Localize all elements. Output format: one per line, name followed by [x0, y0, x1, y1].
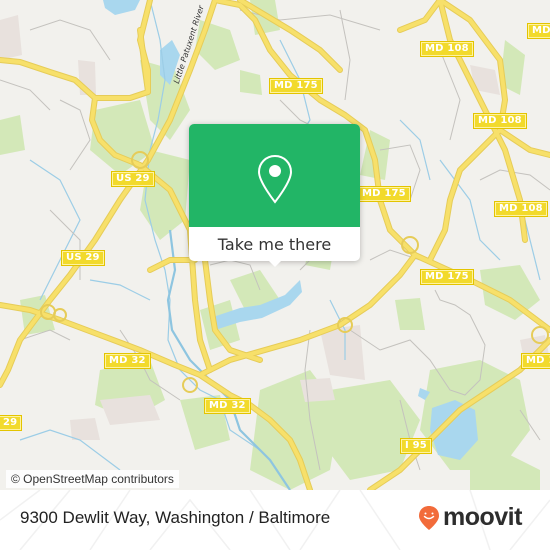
road-shield-md108: MD 108	[494, 201, 548, 217]
moovit-wordmark: moovit	[443, 503, 522, 531]
footer: 9300 Dewlit Way, Washington / Baltimore …	[0, 490, 550, 550]
road-shield-md108: MD 108	[420, 41, 474, 57]
take-me-there-button[interactable]: Take me there	[189, 227, 360, 261]
road-shield-md175: MD 175	[357, 186, 411, 202]
location-popup: Take me there	[189, 124, 360, 267]
road-shield-md32: MD 32	[104, 353, 151, 369]
popup-pointer	[267, 259, 283, 267]
road-shield-us29: US 29	[61, 250, 105, 266]
road-shield-md108: MD 108	[473, 113, 527, 129]
address-text: 9300 Dewlit Way, Washington / Baltimore	[20, 508, 331, 527]
map-pin-icon	[257, 154, 293, 204]
road-shield-md1: MD 1	[521, 353, 550, 369]
road-shield-md175: MD 175	[420, 269, 474, 285]
moovit-logo[interactable]: moovit	[418, 503, 522, 532]
road-shield-md108: MD 108	[527, 23, 550, 39]
map-attribution[interactable]: © OpenStreetMap contributors	[6, 470, 179, 488]
road-shield-us29: US 29	[111, 171, 155, 187]
moovit-pin-icon	[419, 505, 439, 530]
road-shield-us29: 29	[0, 415, 23, 431]
road-shield-md175: MD 175	[269, 78, 323, 94]
road-shield-i95: I 95	[400, 438, 432, 454]
road-shield-md32: MD 32	[204, 398, 251, 414]
popup-header	[189, 124, 360, 227]
